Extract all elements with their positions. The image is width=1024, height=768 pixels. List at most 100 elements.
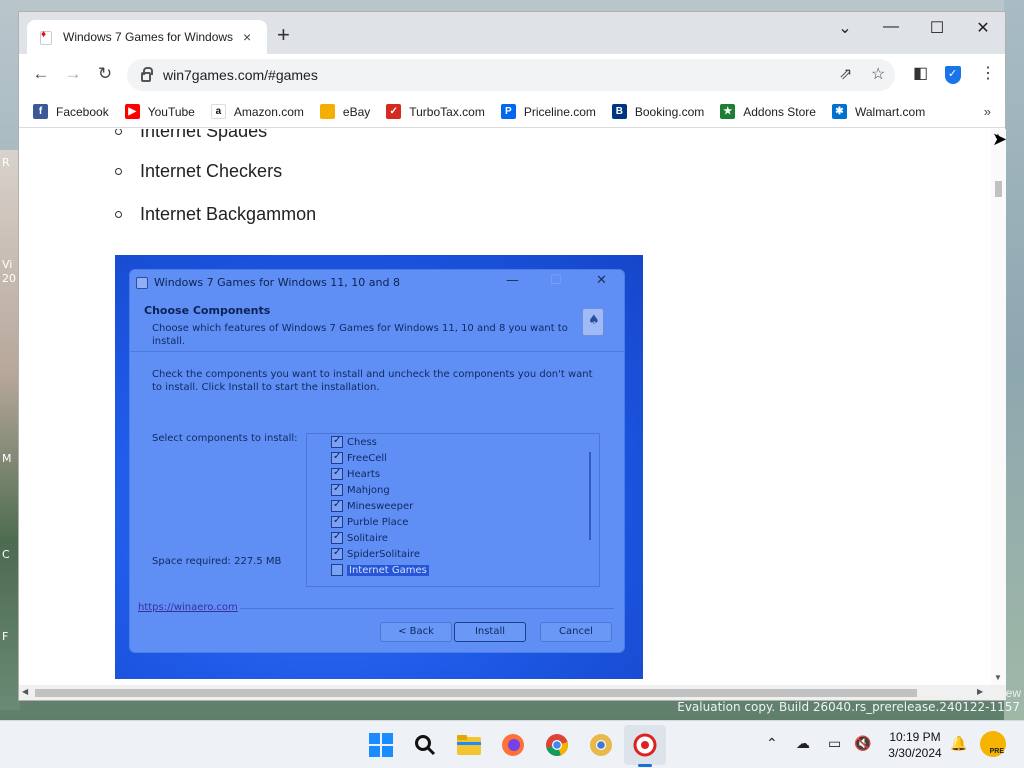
close-button[interactable]: ✕ [960,18,1006,38]
component-checkbox [331,564,343,576]
bookmark-item[interactable]: ▶ YouTube [124,104,195,119]
component-checkbox [331,435,343,448]
component-checkbox [331,515,343,528]
bookmark-item[interactable]: a Amazon.com [210,104,304,119]
installer-close-button: ✕ [596,273,607,288]
horizontal-scrollbar[interactable]: ◀ ▶ [19,685,1006,700]
space-required-label: Space required: 227.5 MB [152,556,282,567]
bookmark-label: Facebook [56,104,109,119]
file-explorer-button[interactable] [456,732,482,758]
bookmark-label: Addons Store [743,104,816,119]
chrome-button[interactable] [544,732,570,758]
tab-search-icon[interactable]: ⌄ [822,18,868,38]
network-icon[interactable]: ▭ [828,735,841,752]
bookmark-item[interactable]: f Facebook [33,104,109,119]
minimize-button[interactable]: — [868,18,914,36]
facebook-icon: f [33,104,48,119]
desktop-icon-label[interactable]: 20 [2,272,16,285]
component-item: SpiderSolitaire [307,546,599,562]
bullet-icon [115,168,122,175]
bookmark-item[interactable]: ✓ TurboTax.com [386,104,485,119]
browser-window: Windows 7 Games for Windows × + ⌄ — ☐ ✕ … [18,11,1006,701]
desktop-left-strip [0,150,20,710]
bookmark-item[interactable]: B Booking.com [611,104,704,119]
firefox-button[interactable] [500,732,526,758]
scroll-down-icon[interactable]: ▼ [994,673,1002,682]
component-item: Solitaire [307,530,599,546]
bookmark-star-icon[interactable]: ☆ [871,64,885,84]
component-item: Chess [307,434,599,450]
back-button-installer: < Back [380,622,452,642]
component-label: Mahjong [347,484,390,496]
scroll-left-icon[interactable]: ◀ [22,687,28,696]
prerelease-badge-icon[interactable]: PRE [980,731,1006,757]
side-panel-icon[interactable]: ◧ [913,63,928,83]
tab-title: Windows 7 Games for Windows [63,30,234,44]
list-item: Internet Spades [115,129,267,142]
horizontal-scroll-thumb[interactable] [35,689,917,697]
component-checkbox [331,467,343,480]
component-checkbox [331,547,343,560]
desktop-right-strip [1004,0,1024,720]
back-button[interactable]: ← [29,64,53,84]
vertical-scroll-thumb[interactable] [995,181,1002,197]
list-item: Internet Backgammon [115,204,316,225]
priceline-icon: P [500,104,516,119]
component-label: Minesweeper [347,500,414,512]
winaero-link: https://winaero.com [138,602,238,613]
bookmark-label: Amazon.com [233,104,304,119]
walmart-icon: ✱ [831,104,847,119]
show-hidden-icons-icon[interactable]: ⌃ [766,735,778,752]
volume-mute-icon[interactable]: 🔇 [854,735,871,752]
windows-logo-icon [369,733,393,757]
installer-header: Choose Components Choose which features … [130,298,624,352]
search-button[interactable] [412,732,438,758]
bookmark-label: eBay [342,104,371,119]
lock-icon[interactable] [141,67,153,82]
desktop-icon-label[interactable]: F [2,630,8,643]
component-checkbox [331,483,343,496]
desktop-icon-label[interactable]: R [2,156,10,169]
reload-button[interactable]: ↻ [93,64,117,84]
tab-close-icon[interactable]: × [243,29,251,45]
bookmark-label: Priceline.com [523,104,596,119]
youtube-icon: ▶ [124,104,140,119]
desktop-icon-label[interactable]: M [2,452,12,465]
chrome-beta-button[interactable] [588,732,614,758]
more-bookmarks-icon[interactable]: » [984,104,991,119]
desktop-icon-label-right[interactable]: ew [1006,686,1021,700]
browser-tab[interactable]: Windows 7 Games for Windows × [27,20,267,54]
start-button[interactable] [368,732,394,758]
desktop-icon-label[interactable]: Vi [2,258,12,271]
address-bar[interactable]: win7games.com/#games ⇗ ☆ [127,59,895,91]
component-label: FreeCell [347,452,387,464]
browser-menu-icon[interactable]: ⋮ [980,63,996,83]
bookmark-item[interactable]: P Priceline.com [500,104,596,119]
extension-shield-icon[interactable] [945,66,961,89]
new-tab-button[interactable]: + [277,24,290,46]
chrome-icon [546,734,568,757]
component-item: FreeCell [307,450,599,466]
maximize-button[interactable]: ☐ [914,18,960,38]
bookmark-label: Walmart.com [854,104,926,119]
bookmark-item[interactable]: eBay [319,104,371,119]
bookmark-item[interactable]: ★ Addons Store [720,104,816,119]
address-url[interactable]: win7games.com/#games [163,67,318,83]
forward-button[interactable]: → [61,64,85,84]
desktop-icon-label[interactable]: C [2,548,10,561]
bookmark-item[interactable]: ✱ Walmart.com [831,104,926,119]
notification-bell-icon[interactable]: 🔔 [950,735,967,752]
divider [240,608,614,609]
component-label: Internet Games [347,564,429,576]
vertical-scrollbar[interactable]: ▲ ▼ [991,129,1006,685]
onedrive-offline-icon[interactable]: ☁ [796,735,810,752]
installer-maximize-button: ☐ [550,273,562,288]
card-game-icon [582,308,604,336]
installer-dialog: Windows 7 Games for Windows 11, 10 and 8… [129,269,625,653]
installer-app-button[interactable] [632,732,658,758]
evaluation-watermark: Evaluation copy. Build 26040.rs_prerelea… [677,700,1020,714]
clock[interactable]: 10:19 PM 3/30/2024 [880,729,950,761]
scroll-right-icon[interactable]: ▶ [977,687,983,696]
share-icon[interactable]: ⇗ [839,64,852,84]
component-checkbox [331,451,343,464]
